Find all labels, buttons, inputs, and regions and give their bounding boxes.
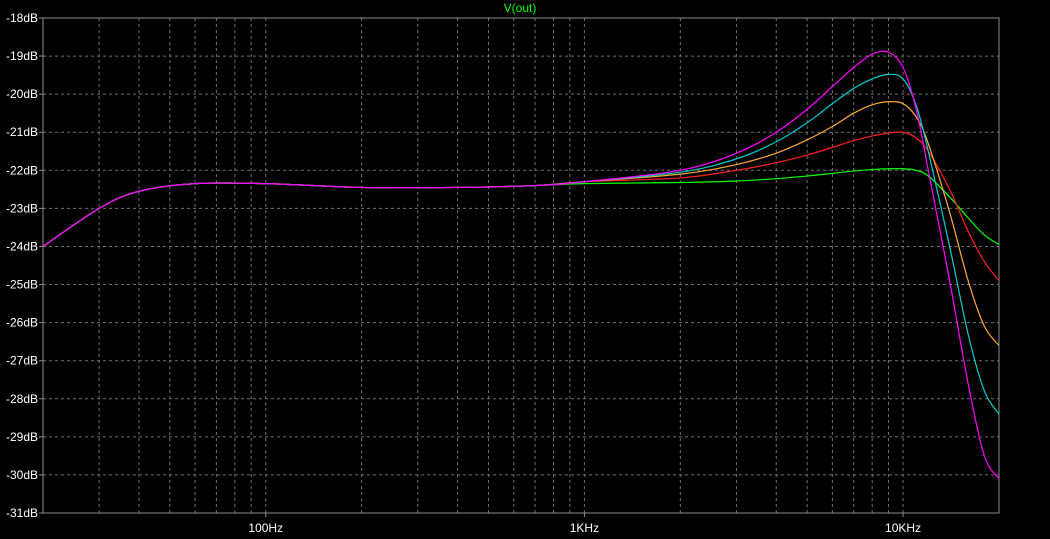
x-tick-label: 1KHz xyxy=(570,521,599,535)
plot-background xyxy=(0,0,1050,539)
y-tick-label: -23dB xyxy=(6,201,38,215)
y-tick-label: -30dB xyxy=(6,468,38,482)
y-tick-label: -31dB xyxy=(6,506,38,520)
bode-plot: V(out) -18dB -19dB -20dB -21dB -22dB -23dB -24… xyxy=(0,0,1050,539)
y-tick-label: -29dB xyxy=(6,430,38,444)
y-tick-label: -26dB xyxy=(6,316,38,330)
y-tick-label: -27dB xyxy=(6,354,38,368)
y-tick-label: -21dB xyxy=(6,125,38,139)
y-tick-label: -22dB xyxy=(6,163,38,177)
y-tick-label: -24dB xyxy=(6,239,38,253)
y-tick-label: -18dB xyxy=(6,11,38,25)
x-tick-label: 100Hz xyxy=(248,521,283,535)
y-tick-label: -20dB xyxy=(6,87,38,101)
trace-title[interactable]: V(out) xyxy=(504,1,537,15)
y-tick-label: -28dB xyxy=(6,392,38,406)
x-tick-label: 10KHz xyxy=(885,521,921,535)
y-tick-label: -25dB xyxy=(6,278,38,292)
y-tick-label: -19dB xyxy=(6,49,38,63)
